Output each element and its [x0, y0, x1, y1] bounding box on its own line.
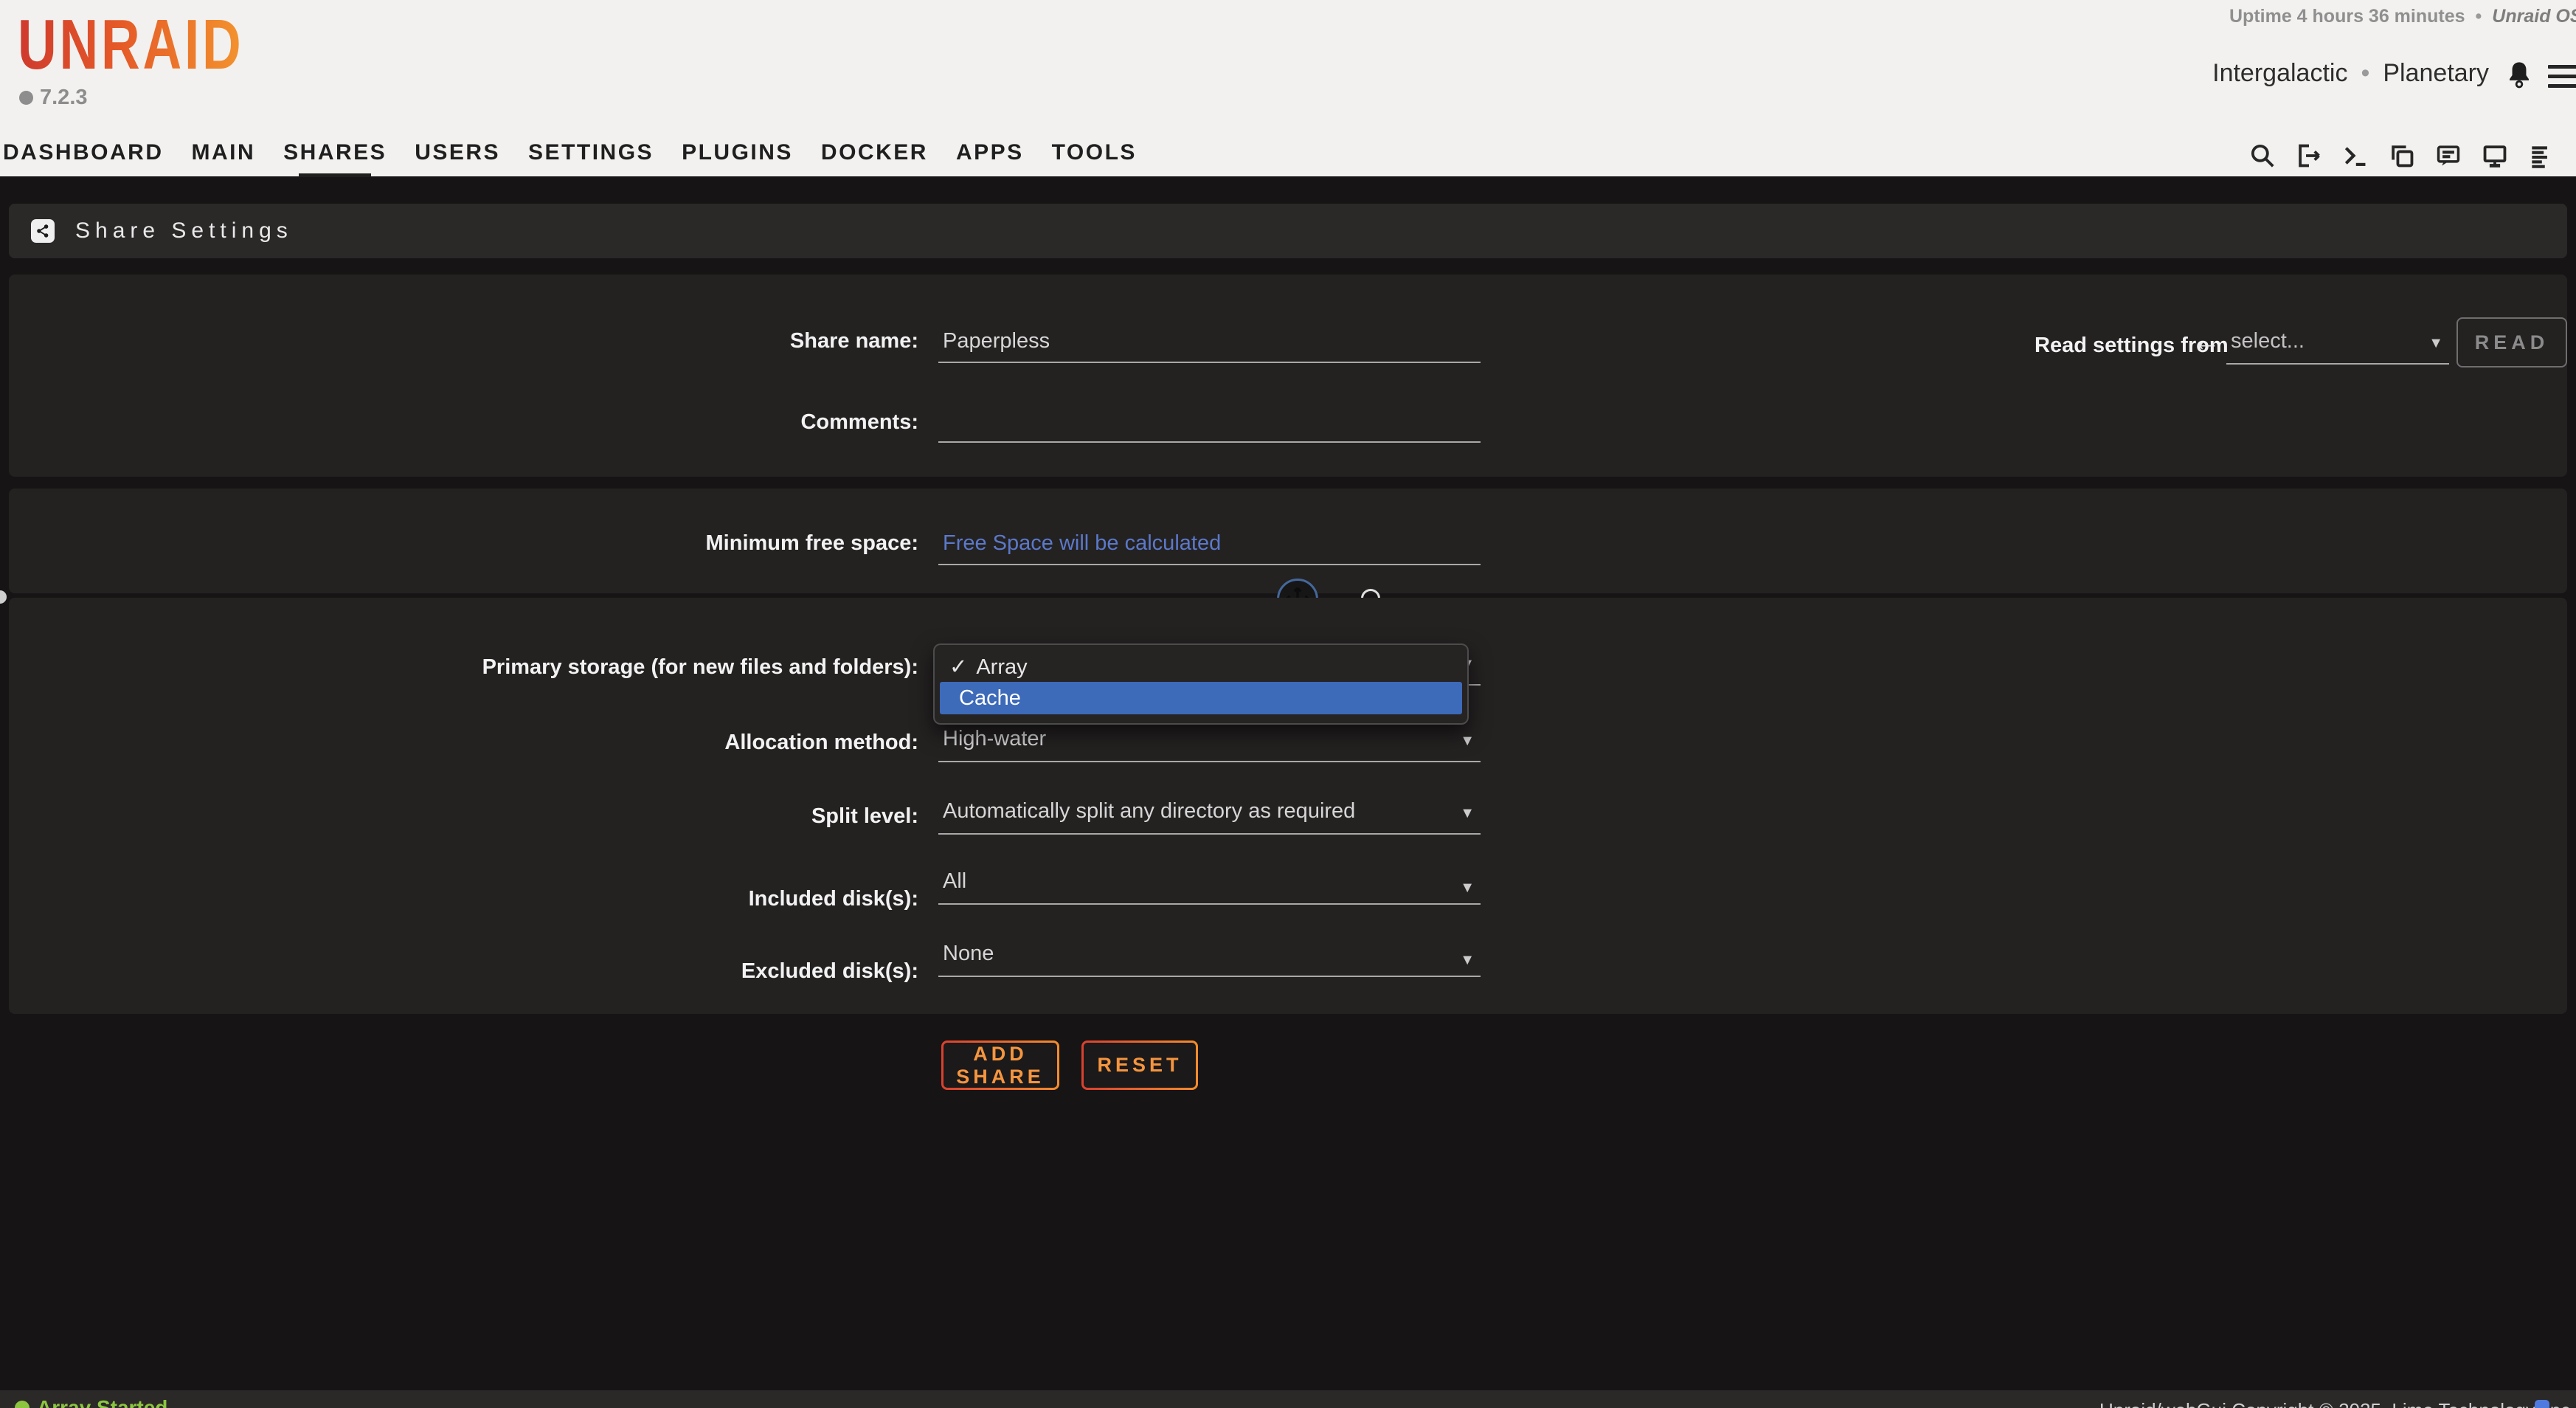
server-description: Planetary	[2383, 59, 2489, 88]
arrow-left-icon: ←	[2192, 326, 2220, 358]
chevron-down-icon: ▼	[1460, 952, 1475, 969]
copy-icon[interactable]	[2388, 142, 2416, 170]
server-name: Intergalactic	[2212, 59, 2347, 88]
allocation-method-select[interactable]: High-water ▼	[938, 724, 1481, 762]
allocation-method-label: Allocation method:	[369, 731, 918, 755]
name-comments-panel	[9, 275, 2567, 477]
nav-tab-main[interactable]: MAIN	[192, 140, 256, 171]
included-disks-value: All	[943, 869, 966, 894]
comments-input[interactable]	[938, 404, 1481, 443]
chevron-down-icon: ▼	[1460, 805, 1475, 822]
main-nav: DASHBOARD MAIN SHARES USERS SETTINGS PLU…	[3, 140, 1137, 171]
uptime-status: Uptime 4 hours 36 minutes • Unraid OS St…	[2229, 6, 2576, 27]
log-icon[interactable]	[2527, 142, 2555, 170]
server-identity: Intergalactic • Planetary	[2212, 59, 2489, 88]
chevron-down-icon: ▼	[1460, 880, 1475, 897]
page-title-bar: Share Settings	[9, 204, 2567, 258]
read-button[interactable]: READ	[2456, 317, 2567, 367]
copyright-text: Unraid/webGui Copyright © 2025, Lime Tec…	[2099, 1399, 2575, 1408]
dropdown-option-cache[interactable]: Cache	[940, 682, 1462, 714]
version-indicator: 7.2.3	[19, 86, 88, 110]
version-dot-icon	[19, 91, 33, 105]
reset-button[interactable]: RESET	[1081, 1041, 1198, 1090]
excluded-disks-select[interactable]: None ▼	[938, 939, 1481, 977]
chevron-down-icon: ▼	[1460, 733, 1475, 750]
share-icon	[31, 219, 55, 243]
footer-badge-icon	[2535, 1400, 2549, 1408]
add-share-button[interactable]: ADD SHARE	[941, 1041, 1059, 1090]
os-edition-text: Unraid OS Starter	[2492, 6, 2576, 27]
excluded-disks-value: None	[943, 942, 994, 966]
nav-tab-tools[interactable]: TOOLS	[1052, 140, 1137, 171]
included-disks-select[interactable]: All ▼	[938, 866, 1481, 905]
nav-tab-shares[interactable]: SHARES	[283, 140, 387, 171]
separator-bullet: •	[2476, 6, 2482, 27]
read-settings-select[interactable]: select... ▼	[2226, 326, 2449, 365]
feedback-icon[interactable]	[2434, 142, 2462, 170]
utility-icon-bar	[2248, 142, 2576, 170]
share-name-input[interactable]	[938, 325, 1481, 363]
nav-tab-apps[interactable]: APPS	[956, 140, 1024, 171]
dropdown-option-array-label: Array	[976, 655, 1027, 679]
min-free-space-label: Minimum free space:	[369, 531, 918, 556]
unraid-share-settings-page: UNRAID 7.2.3 Uptime 4 hours 36 minutes •…	[0, 0, 2576, 1408]
min-free-space-input[interactable]	[938, 527, 1481, 565]
share-name-label: Share name:	[369, 329, 918, 353]
menu-hamburger-icon[interactable]	[2548, 65, 2576, 94]
chevron-down-icon: ▼	[2428, 335, 2443, 352]
primary-storage-dropdown-menu: ✓ Array Cache	[933, 643, 1469, 725]
split-level-value: Automatically split any directory as req…	[943, 799, 1355, 824]
uptime-text: Uptime 4 hours 36 minutes	[2229, 6, 2465, 27]
terminal-icon[interactable]	[2341, 142, 2369, 170]
nav-tab-docker[interactable]: DOCKER	[821, 140, 928, 171]
split-level-select[interactable]: Automatically split any directory as req…	[938, 796, 1481, 835]
logout-icon[interactable]	[2295, 142, 2323, 170]
edge-dot-icon	[0, 590, 7, 604]
status-dot-icon	[15, 1401, 30, 1408]
nav-tab-dashboard[interactable]: DASHBOARD	[3, 140, 164, 171]
page-title: Share Settings	[75, 218, 293, 244]
allocation-method-value: High-water	[943, 727, 1046, 751]
nav-tab-settings[interactable]: SETTINGS	[528, 140, 654, 171]
array-status-text: Array Started	[37, 1396, 167, 1408]
check-icon: ✓	[949, 655, 967, 679]
unraid-logo[interactable]: UNRAID	[18, 4, 244, 86]
search-icon[interactable]	[2248, 142, 2276, 170]
read-settings-select-value: select...	[2231, 329, 2305, 353]
monitor-icon[interactable]	[2481, 142, 2509, 170]
notifications-bell-icon[interactable]	[2504, 59, 2535, 93]
dropdown-option-array[interactable]: ✓ Array	[935, 645, 1467, 679]
separator-bullet: •	[2361, 59, 2369, 88]
split-level-label: Split level:	[369, 804, 918, 829]
array-status: Array Started	[15, 1396, 167, 1408]
version-label: 7.2.3	[40, 86, 88, 110]
comments-label: Comments:	[369, 410, 918, 435]
primary-storage-label: Primary storage (for new files and folde…	[369, 655, 918, 680]
excluded-disks-label: Excluded disk(s):	[369, 959, 918, 984]
included-disks-label: Included disk(s):	[369, 887, 918, 911]
nav-tab-plugins[interactable]: PLUGINS	[682, 140, 793, 171]
top-header: UNRAID 7.2.3 Uptime 4 hours 36 minutes •…	[0, 0, 2576, 179]
nav-tab-users[interactable]: USERS	[415, 140, 500, 171]
